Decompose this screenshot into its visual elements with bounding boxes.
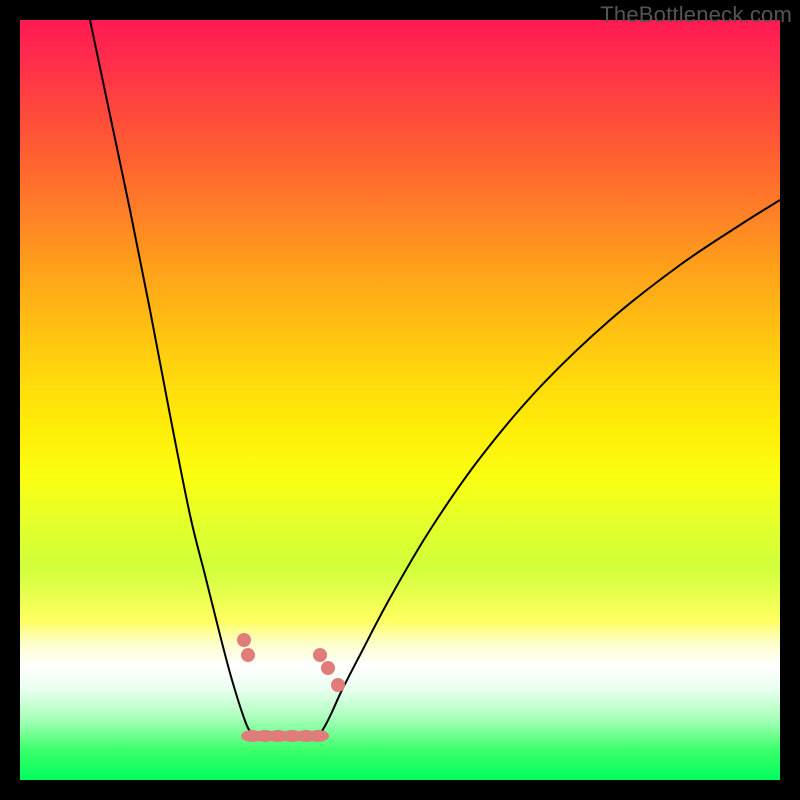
data-marker: [331, 678, 345, 692]
data-marker-flat: [307, 730, 329, 742]
marker-group: [237, 633, 345, 742]
curve-left-branch: [90, 20, 252, 734]
data-marker: [241, 648, 255, 662]
data-marker: [321, 661, 335, 675]
curve-right-branch: [320, 200, 780, 734]
chart-svg: [20, 20, 780, 780]
watermark-text: TheBottleneck.com: [600, 2, 792, 28]
data-marker: [237, 633, 251, 647]
data-marker: [313, 648, 327, 662]
chart-frame: [20, 20, 780, 780]
